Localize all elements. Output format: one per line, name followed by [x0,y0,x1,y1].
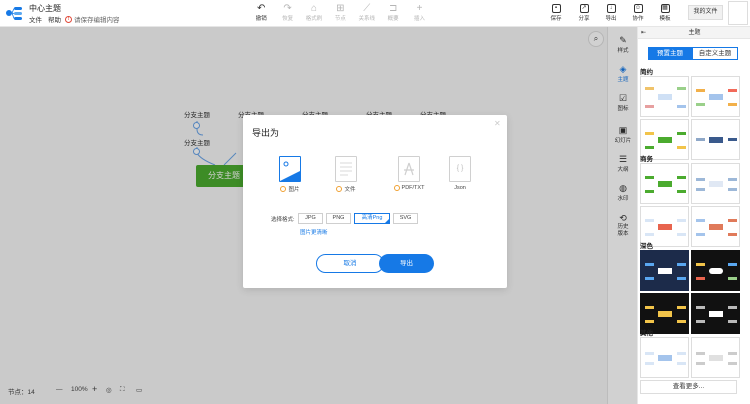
menu-bar: 文件 帮助 [29,14,61,24]
undo-icon: ↶ [257,3,266,14]
collaborate-label: 协作 [632,16,644,22]
theme-thumbnail[interactable] [691,206,740,247]
category-dark: 深色 [640,243,653,250]
insert-label: 插入 [414,16,426,22]
tab-preset-theme[interactable]: 预置主题 [648,47,692,60]
format-json-label: Json [454,185,466,191]
node-label: 节点 [334,16,346,22]
undo-button[interactable]: ↶ 撤销 [248,3,274,22]
format-brush-button[interactable]: ⌂ 格式刷 [301,3,327,22]
save-button[interactable]: ▪ 保存 [547,3,565,22]
theme-thumbnail[interactable] [640,163,689,204]
format-radio[interactable] [393,185,400,191]
option-hq-png[interactable]: 高清Png [354,213,390,224]
collaborate-icon: ☺ [633,4,643,13]
relation-line-label: 关系线 [358,16,376,22]
unsaved-notice: ! 请保存编辑内容 [65,14,120,24]
export-label: 导出 [605,16,617,22]
export-dialog: 导出为 ✕ 图片 文件 PDF/TXT {} Json 选择格式: JPG P… [243,115,507,288]
hq-image-link[interactable]: 图片更清晰 [300,228,328,236]
panel-header: ⇤ 主题 [638,27,750,39]
app-logo-icon [6,7,22,20]
option-png[interactable]: PNG [326,213,351,224]
node-button[interactable]: ⊞ 节点 [327,3,353,22]
option-hq-png-label: 高清Png [361,215,383,221]
summary-button[interactable]: ⊐ 概要 [380,3,406,22]
template-icon: ▦ [660,4,670,13]
theme-thumbnail[interactable] [691,337,740,378]
avatar[interactable] [728,1,748,25]
format-brush-icon: ⌂ [310,3,317,14]
format-document-label: 文件 [344,187,356,193]
theme-thumbnail[interactable] [691,293,740,334]
theme-thumbnail[interactable] [691,163,740,204]
format-radio[interactable] [336,186,343,192]
share-button[interactable]: ↗ 分享 [575,3,593,22]
tab-custom-theme[interactable]: 自定义主题 [692,47,738,60]
theme-thumbnail[interactable] [691,119,740,160]
document-file-icon [335,156,357,182]
export-button[interactable]: ↓ 导出 [602,3,620,22]
selected-check-icon [384,218,390,224]
unsaved-text: 请保存编辑内容 [74,17,120,24]
export-icon: ↓ [606,4,616,13]
category-simple: 简约 [640,69,653,76]
template-label: 模板 [659,16,671,22]
redo-icon: ↷ [283,3,292,14]
save-icon: ▪ [551,4,561,13]
theme-panel: ⇤ 主题 预置主题 自定义主题 简约 商务 深色 其他 [637,27,750,404]
more-themes-button[interactable]: 查看更多... [640,380,737,394]
save-label: 保存 [550,16,562,22]
share-icon: ↗ [579,4,589,13]
expand-panel-icon[interactable]: ⇤ [641,27,646,39]
format-document[interactable]: 文件 [326,156,366,193]
format-image-label: 图片 [288,187,300,193]
category-business: 商务 [640,156,653,163]
summary-icon: ⊐ [388,3,398,14]
summary-label: 概要 [387,16,399,22]
close-icon[interactable]: ✕ [494,119,501,128]
option-jpg[interactable]: JPG [298,213,323,224]
menu-file[interactable]: 文件 [29,14,42,24]
pdf-file-icon [398,156,420,182]
collaborate-button[interactable]: ☺ 协作 [629,3,647,22]
relation-line-button[interactable]: ⟋ 关系线 [354,3,380,22]
image-file-icon [279,156,301,182]
edit-toolbar: ↶ 撤销 ↷ 恢复 ⌂ 格式刷 ⊞ 节点 ⟋ 关系线 ⊐ 概要 + 插入 [248,3,433,22]
template-button[interactable]: ▦ 模板 [656,3,674,22]
share-label: 分享 [578,16,590,22]
relation-line-icon: ⟋ [363,3,371,14]
format-brush-label: 格式刷 [305,16,323,22]
format-json[interactable]: { } Json [440,156,480,191]
theme-thumbnail[interactable] [691,250,740,291]
theme-thumbnail[interactable] [640,337,689,378]
cancel-button[interactable]: 取消 [316,254,384,273]
warning-icon: ! [65,15,72,23]
json-file-icon: { } [449,156,471,182]
insert-icon: + [416,3,423,14]
node-icon: ⊞ [336,3,345,14]
theme-thumbnail[interactable] [640,250,689,291]
theme-thumbnail[interactable] [640,76,689,117]
document-title[interactable]: 中心主题 [29,3,61,14]
panel-title: 主题 [688,30,701,36]
insert-button[interactable]: + 插入 [406,3,432,22]
category-other: 其他 [640,330,653,337]
export-confirm-button[interactable]: 导出 [379,254,434,273]
menu-help[interactable]: 帮助 [48,14,61,24]
redo-button[interactable]: ↷ 恢复 [274,3,300,22]
theme-thumbnail[interactable] [691,76,740,117]
undo-label: 撤销 [255,16,267,22]
format-pdf-txt[interactable]: PDF/TXT [389,156,429,191]
dialog-title: 导出为 [252,128,280,138]
redo-label: 恢复 [282,16,294,22]
format-option-label: 选择格式: [271,217,295,223]
format-radio[interactable] [280,186,287,192]
my-files-button[interactable]: 我的文件 [688,5,723,20]
format-pdf-label: PDF/TXT [401,185,425,191]
top-bar: 中心主题 文件 帮助 ! 请保存编辑内容 ↶ 撤销 ↷ 恢复 ⌂ 格式刷 ⊞ 节… [0,0,750,27]
option-svg[interactable]: SVG [393,213,418,224]
format-image[interactable]: 图片 [270,156,310,193]
